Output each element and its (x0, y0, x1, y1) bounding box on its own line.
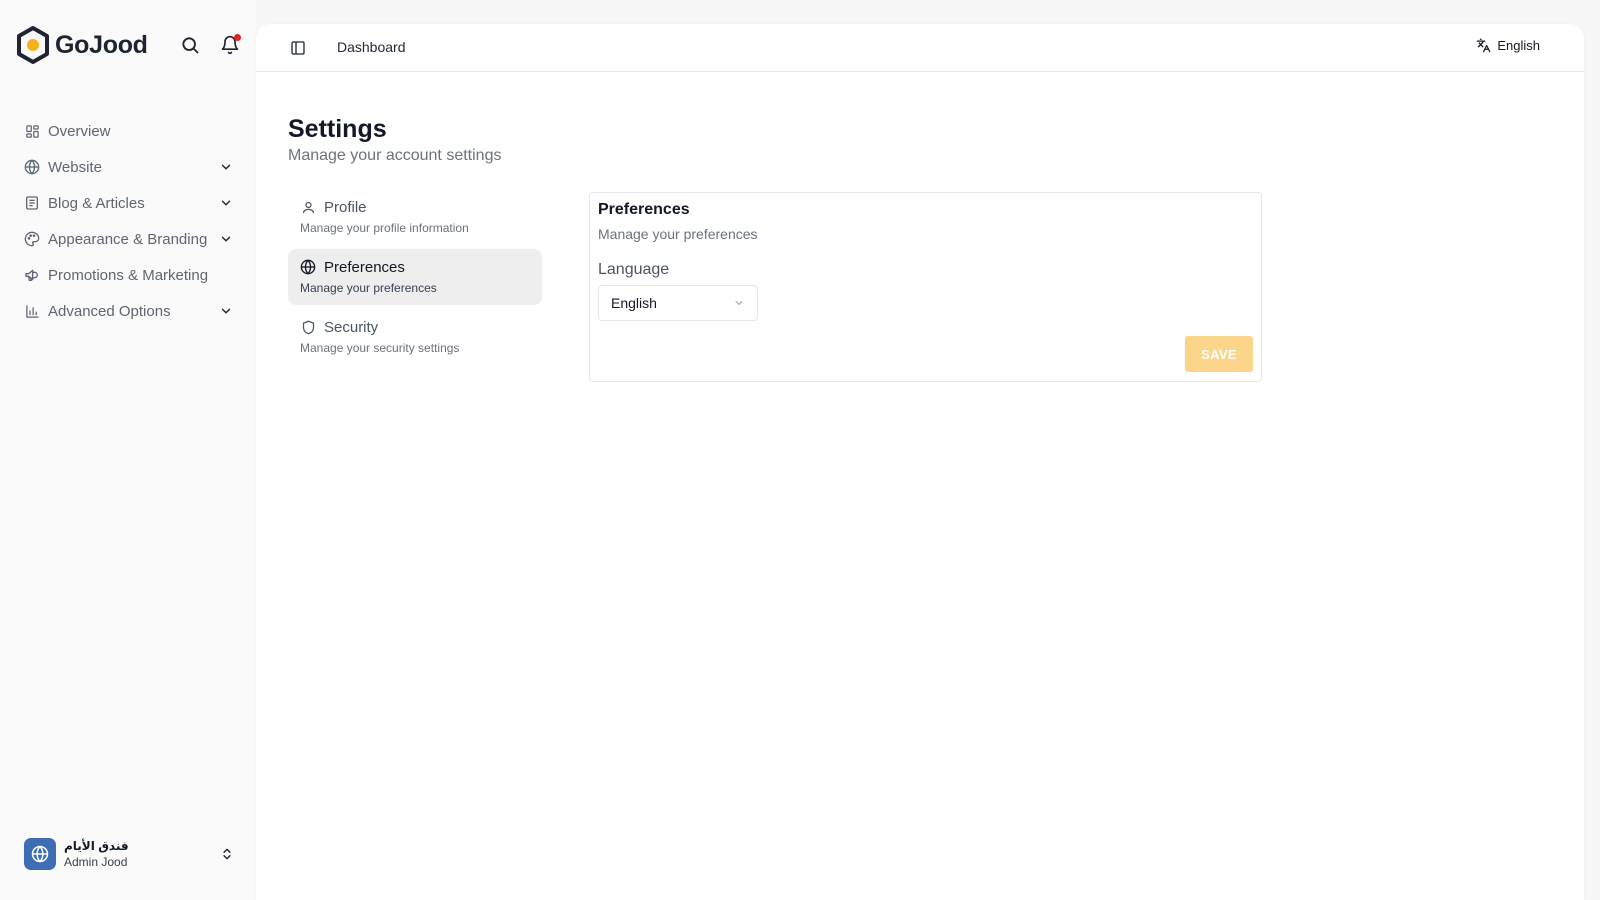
sidebar-item-promotions[interactable]: Promotions & Marketing (24, 257, 234, 293)
breadcrumb[interactable]: Dashboard (337, 39, 406, 55)
sidebar-toggle-button[interactable] (288, 38, 308, 58)
sidebar-item-label: Promotions & Marketing (48, 266, 209, 284)
sidebar-item-label: Blog & Articles (48, 194, 145, 212)
sidebar-item-advanced[interactable]: Advanced Options (24, 293, 234, 329)
megaphone-icon (24, 267, 40, 283)
search-icon (182, 37, 199, 54)
settings-tab-label: Profile (324, 198, 367, 216)
chevron-down-icon[interactable] (218, 159, 234, 175)
chevron-down-icon (735, 301, 743, 305)
language-field-label: Language (598, 261, 670, 278)
org-name: فندق الأيام (64, 839, 129, 853)
chevron-down-icon[interactable] (218, 303, 234, 319)
shield-icon (300, 319, 316, 335)
settings-nav: Profile Manage your profile information … (288, 189, 542, 369)
hexagon-logo-icon (17, 26, 49, 64)
notification-dot (234, 34, 241, 41)
header-icons (179, 26, 241, 64)
globe-icon (31, 845, 49, 863)
settings-tab-label: Security (324, 318, 379, 336)
sidebar-item-blog[interactable]: Blog & Articles (24, 185, 234, 221)
brand-name: GoJood (55, 30, 148, 59)
settings-tab-label: Preferences (324, 258, 405, 276)
sidebar-item-label: Advanced Options (48, 302, 171, 320)
settings-tab-profile[interactable]: Profile Manage your profile information (288, 189, 542, 245)
brand-row: GoJood (16, 26, 241, 64)
preferences-card: Preferences Manage your preferences Lang… (589, 192, 1262, 382)
newspaper-icon (24, 195, 40, 211)
translate-icon (1476, 38, 1491, 53)
sidebar-item-label: Appearance & Branding (48, 230, 208, 248)
user-info: فندق الأيام Admin Jood (64, 838, 220, 870)
sidebar-nav: Overview Website Blog & Articles Appeara… (24, 113, 234, 329)
palette-icon (24, 231, 40, 247)
sidebar: GoJood Overview Website Blog & Articles … (0, 0, 256, 900)
logo[interactable]: GoJood (16, 26, 148, 64)
chevron-down-icon[interactable] (218, 195, 234, 211)
user-name: Admin Jood (64, 855, 128, 869)
card-title: Preferences (598, 201, 690, 218)
language-label: English (1497, 38, 1540, 53)
chevron-down-icon[interactable] (218, 231, 234, 247)
save-button[interactable]: SAVE (1185, 336, 1253, 372)
language-select-value: English (611, 295, 657, 311)
sidebar-item-overview[interactable]: Overview (24, 113, 234, 149)
settings-tab-security[interactable]: Security Manage your security settings (288, 309, 542, 365)
search-button[interactable] (179, 34, 201, 56)
page-subtitle: Manage your account settings (288, 147, 502, 164)
notifications-button[interactable] (219, 34, 241, 56)
grid-icon (24, 123, 40, 139)
language-select[interactable]: English (598, 285, 758, 321)
chevrons-up-down-icon (223, 848, 231, 860)
card-subtitle: Manage your preferences (598, 226, 758, 242)
bar-chart-icon (24, 303, 40, 319)
sidebar-item-label: Website (48, 158, 102, 176)
page-title: Settings (288, 115, 387, 143)
settings-tab-description: Manage your security settings (300, 341, 460, 355)
user-switcher[interactable]: فندق الأيام Admin Jood (24, 835, 234, 873)
sidebar-item-label: Overview (48, 122, 111, 140)
globe-icon (24, 159, 40, 175)
main-panel: Dashboard English Settings Manage your a… (256, 24, 1584, 900)
settings-tab-preferences[interactable]: Preferences Manage your preferences (288, 249, 542, 305)
panel-left-icon (291, 41, 305, 55)
avatar (24, 838, 56, 870)
sidebar-item-website[interactable]: Website (24, 149, 234, 185)
sidebar-item-appearance[interactable]: Appearance & Branding (24, 221, 234, 257)
user-icon (300, 199, 316, 215)
settings-tab-description: Manage your profile information (300, 221, 469, 235)
language-switcher[interactable]: English (1476, 38, 1540, 53)
globe-icon (300, 259, 316, 275)
topbar: Dashboard English (256, 24, 1584, 72)
settings-tab-description: Manage your preferences (300, 281, 437, 295)
